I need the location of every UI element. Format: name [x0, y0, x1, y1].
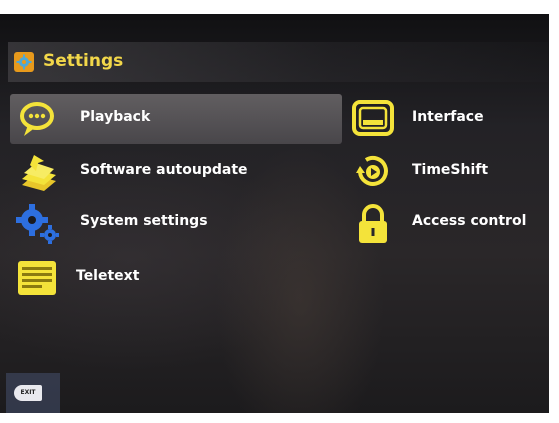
menu-item-timeshift[interactable]: TimeShift	[346, 147, 541, 197]
menu-item-label: System settings	[80, 213, 208, 229]
menu-item-access-control[interactable]: Access control	[346, 198, 541, 248]
update-stack-icon	[22, 155, 56, 191]
menu-item-label: TimeShift	[412, 162, 489, 178]
exit-button[interactable]: EXIT	[6, 373, 60, 413]
menu-item-label: Playback	[80, 109, 151, 125]
bezel-right	[549, 0, 559, 423]
padlock-icon	[359, 204, 387, 243]
menu-item-label: Software autoupdate	[80, 162, 248, 178]
exit-key-icon: EXIT	[14, 385, 42, 401]
speech-bubble-icon	[20, 102, 54, 136]
gears-icon	[16, 204, 59, 244]
menu-item-label: Access control	[412, 213, 527, 229]
tv-screen: Settings Playback Software autoupdate Sy…	[0, 0, 559, 423]
menu-item-software-autoupdate[interactable]: Software autoupdate	[10, 147, 342, 197]
menu-item-interface[interactable]: Interface	[346, 94, 541, 144]
bezel-top	[0, 0, 559, 14]
menu-item-system-settings[interactable]: System settings	[10, 198, 342, 248]
page-title: Settings	[43, 51, 124, 71]
menu-item-label: Interface	[412, 109, 484, 125]
bezel-bottom	[0, 413, 559, 423]
menu-item-label: Teletext	[76, 268, 140, 284]
teletext-icon	[18, 261, 56, 295]
menu-item-teletext[interactable]: Teletext	[10, 253, 342, 303]
gear-icon	[14, 52, 34, 72]
monitor-icon	[352, 100, 394, 136]
menu-item-playback[interactable]: Playback	[10, 94, 342, 144]
timeshift-icon	[356, 156, 388, 186]
settings-header: Settings	[8, 42, 548, 82]
